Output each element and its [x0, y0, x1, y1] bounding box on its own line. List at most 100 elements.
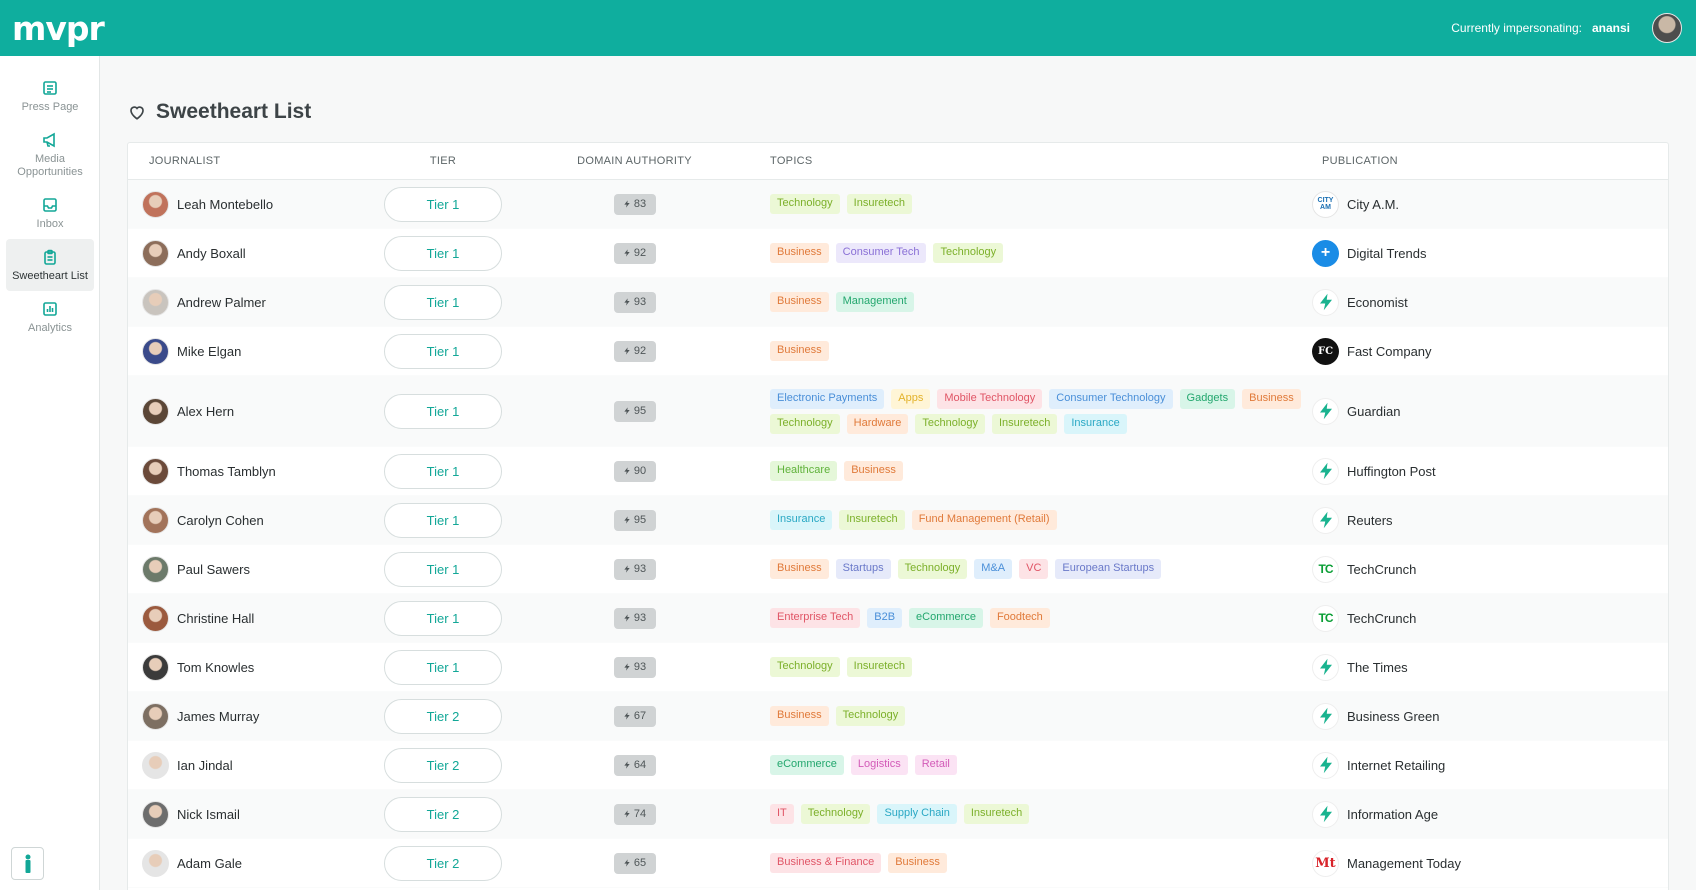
inbox-icon — [43, 198, 57, 212]
table-row[interactable]: Leah Montebello Tier 1 83 Technology Insu… — [128, 180, 1668, 229]
publication-name[interactable]: Digital Trends — [1347, 246, 1426, 261]
journalist-name[interactable]: Thomas Tamblyn — [177, 464, 276, 479]
journalist-name[interactable]: Adam Gale — [177, 856, 242, 871]
journalist-name[interactable]: Leah Montebello — [177, 197, 273, 212]
topic-tag: Management — [835, 292, 914, 312]
table-row[interactable]: Thomas Tamblyn Tier 1 90 Healthcare Busin… — [128, 447, 1668, 496]
topic-tag: Business — [770, 559, 829, 579]
table-row[interactable]: Nick Ismail Tier 2 74 IT Technology Supply… — [128, 790, 1668, 839]
sidebar-item-sweetheart-list[interactable]: Sweetheart List — [6, 239, 94, 291]
impersonating-user: anansi — [1591, 21, 1630, 35]
table-row[interactable]: Ian Jindal Tier 2 64 eCommerce Logistics R… — [128, 741, 1668, 790]
publication-logo-text: TC — [1318, 611, 1334, 625]
tier-button[interactable]: Tier 1 — [384, 186, 502, 222]
journalist-cell: Ian Jindal — [128, 751, 378, 779]
publication-name[interactable]: Reuters — [1347, 513, 1393, 528]
journalist-avatar[interactable] — [142, 555, 169, 583]
tier-button[interactable]: Tier 2 — [384, 845, 502, 881]
journalist-avatar[interactable] — [142, 702, 169, 730]
table-row[interactable]: Alex Hern Tier 1 95 Electronic Payments A… — [128, 376, 1668, 447]
publication-name[interactable]: TechCrunch — [1347, 611, 1416, 626]
tier-button[interactable]: Tier 2 — [384, 698, 502, 734]
column-header-topics[interactable]: TOPICS — [761, 155, 1303, 167]
domain-authority-cell: 95 — [508, 509, 761, 531]
journalist-name[interactable]: Christine Hall — [177, 611, 254, 626]
tier-button[interactable]: Tier 2 — [384, 796, 502, 832]
journalist-name[interactable]: Andy Boxall — [177, 246, 246, 261]
column-header-tier[interactable]: TIER — [378, 155, 508, 167]
journalist-avatar[interactable] — [142, 337, 169, 365]
user-avatar[interactable] — [1652, 13, 1682, 43]
domain-authority-badge: 92 — [613, 242, 656, 264]
journalist-name[interactable]: Alex Hern — [177, 404, 234, 419]
topics-cell: Business Consumer Tech Technology — [761, 243, 1303, 263]
column-header-domain-authority[interactable]: DOMAIN AUTHORITY — [508, 155, 761, 167]
journalist-avatar[interactable] — [142, 849, 169, 877]
domain-authority-cell: 83 — [508, 193, 761, 215]
column-header-journalist[interactable]: JOURNALIST — [128, 155, 378, 167]
journalist-avatar[interactable] — [142, 239, 169, 267]
journalist-name[interactable]: Tom Knowles — [177, 660, 254, 675]
table-row[interactable]: Tom Knowles Tier 1 93 Technology Insurete… — [128, 643, 1668, 692]
column-header-publication[interactable]: PUBLICATION — [1303, 155, 1668, 167]
table-row[interactable]: Paul Sawers Tier 1 93 Business Startups Te… — [128, 545, 1668, 594]
sidebar-item-press-page[interactable]: Press Page — [6, 70, 94, 122]
journalist-name[interactable]: Andrew Palmer — [177, 295, 266, 310]
table-header: JOURNALIST TIER DOMAIN AUTHORITY TOPICS … — [128, 143, 1668, 180]
tier-button[interactable]: Tier 1 — [384, 453, 502, 489]
journalist-avatar[interactable] — [142, 800, 169, 828]
table-row[interactable]: Andrew Palmer Tier 1 93 Business Manageme… — [128, 278, 1668, 327]
tier-button[interactable]: Tier 1 — [384, 551, 502, 587]
publication-name[interactable]: Huffington Post — [1347, 464, 1436, 479]
topics-cell: Insurance Insuretech Fund Management (Reta… — [761, 510, 1303, 530]
journalist-name[interactable]: Paul Sawers — [177, 562, 250, 577]
tier-button[interactable]: Tier 1 — [384, 600, 502, 636]
journalist-avatar[interactable] — [142, 457, 169, 485]
publication-name[interactable]: The Times — [1347, 660, 1408, 675]
journalist-avatar[interactable] — [142, 506, 169, 534]
mvpr-logo[interactable]: mvpr — [12, 9, 105, 48]
tier-button[interactable]: Tier 2 — [384, 747, 502, 783]
tier-button[interactable]: Tier 1 — [384, 333, 502, 369]
table-row[interactable]: Christine Hall Tier 1 93 Enterprise Tech… — [128, 594, 1668, 643]
publication-name[interactable]: TechCrunch — [1347, 562, 1416, 577]
sidebar-item-media-opportunities[interactable]: Media Opportunities — [6, 122, 94, 187]
table-row[interactable]: Andy Boxall Tier 1 92 Business Consumer T… — [128, 229, 1668, 278]
journalist-avatar[interactable] — [142, 288, 169, 316]
table-row[interactable]: Mike Elgan Tier 1 92 Business FC Fast Co… — [128, 327, 1668, 376]
publication-name[interactable]: Fast Company — [1347, 344, 1432, 359]
journalist-avatar[interactable] — [142, 751, 169, 779]
topic-tag: European Startups — [1055, 559, 1162, 579]
journalist-avatar[interactable] — [142, 397, 169, 425]
journalist-name[interactable]: Carolyn Cohen — [177, 513, 264, 528]
tier-button[interactable]: Tier 1 — [384, 284, 502, 320]
tier-button[interactable]: Tier 1 — [384, 393, 502, 429]
publication-name[interactable]: Management Today — [1347, 856, 1461, 871]
journalist-name[interactable]: Nick Ismail — [177, 807, 240, 822]
topic-tag: Fund Management (Retail) — [911, 510, 1057, 530]
table-row[interactable]: Adam Gale Tier 2 65 Business & Finance Bu… — [128, 839, 1668, 888]
publication-name[interactable]: Internet Retailing — [1347, 758, 1445, 773]
publication-logo: Mt — [1312, 849, 1339, 877]
table-row[interactable]: James Murray Tier 2 67 Business Technolog… — [128, 692, 1668, 741]
tier-button[interactable]: Tier 1 — [384, 502, 502, 538]
journalist-avatar[interactable] — [142, 604, 169, 632]
help-button[interactable] — [11, 847, 44, 880]
journalist-name[interactable]: James Murray — [177, 709, 259, 724]
publication-name[interactable]: Information Age — [1347, 807, 1438, 822]
tier-button[interactable]: Tier 1 — [384, 649, 502, 685]
sidebar-item-inbox[interactable]: Inbox — [6, 187, 94, 239]
journalist-name[interactable]: Mike Elgan — [177, 344, 241, 359]
topic-tag: eCommerce — [770, 755, 844, 775]
journalist-name[interactable]: Ian Jindal — [177, 758, 233, 773]
table-row[interactable]: Carolyn Cohen Tier 1 95 Insurance Insuret… — [128, 496, 1668, 545]
sidebar-item-label: Sweetheart List — [12, 270, 88, 282]
publication-name[interactable]: City A.M. — [1347, 197, 1399, 212]
publication-name[interactable]: Economist — [1347, 295, 1408, 310]
tier-button[interactable]: Tier 1 — [384, 235, 502, 271]
journalist-avatar[interactable] — [142, 190, 169, 218]
publication-name[interactable]: Business Green — [1347, 709, 1440, 724]
sidebar-item-analytics[interactable]: Analytics — [6, 291, 94, 343]
journalist-avatar[interactable] — [142, 653, 169, 681]
publication-name[interactable]: Guardian — [1347, 404, 1400, 419]
